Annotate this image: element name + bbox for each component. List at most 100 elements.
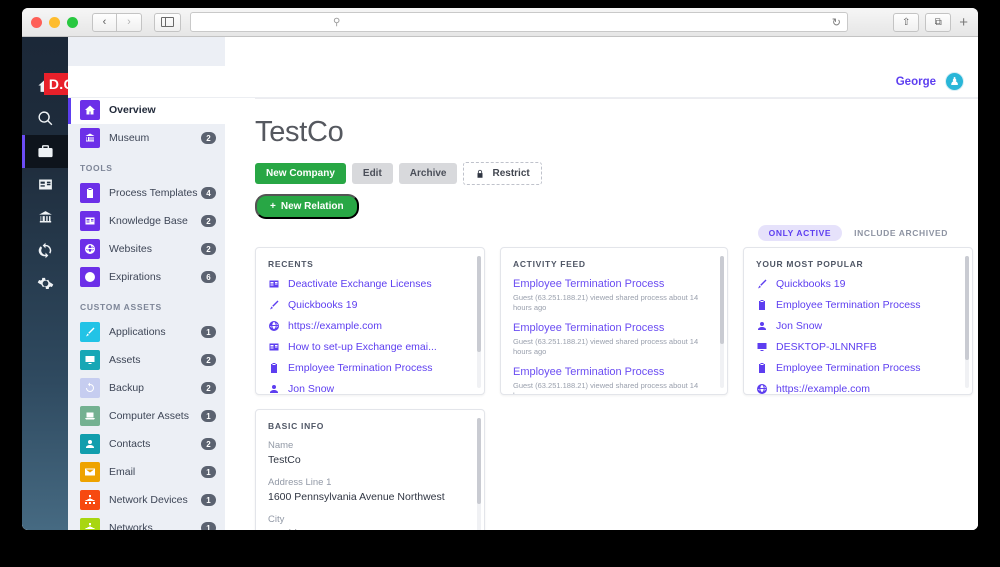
person-icon-wrapper [80, 434, 100, 454]
sidebar-item-label: Websites [109, 243, 152, 255]
navigation-sidebar[interactable]: COREOverviewMuseum2TOOLSProcess Template… [68, 37, 225, 530]
traffic-lights [31, 16, 78, 28]
list-item[interactable]: Deactivate Exchange Licenses [268, 278, 472, 290]
minimize-window-button[interactable] [49, 16, 60, 28]
toggle-only-active[interactable]: ONLY ACTIVE [757, 225, 843, 241]
refresh-icon-wrapper [80, 378, 100, 398]
monitor-icon [85, 356, 95, 364]
list-item[interactable]: https://example.com [756, 383, 960, 395]
sidebar-item-contacts[interactable]: Contacts 2 [68, 430, 225, 458]
recents-card-title: RECENTS [268, 259, 314, 269]
list-item[interactable]: DESKTOP-JLNNRFB [756, 341, 960, 353]
browser-window: ‹ › ⚲ ↻ ⇧ ⧉ + D.CO George ♟ Overview Mus… [22, 8, 978, 530]
search-icon: ⚲ [333, 16, 341, 28]
sidebar-item-label: Network Devices [109, 494, 188, 506]
envelope-icon [85, 468, 95, 476]
sidebar-item-email[interactable]: Email 1 [68, 458, 225, 486]
activity-feed-scrollbar[interactable] [720, 256, 724, 388]
sidebar-item-badge: 1 [201, 410, 216, 422]
share-button[interactable]: ⇧ [893, 12, 920, 32]
basic-info-card: BASIC INFO Name TestCo Address Line 1 1600 … [255, 409, 485, 530]
sidebar-item-network-devices[interactable]: Network Devices 1 [68, 486, 225, 514]
sidebar-item-label: Networks [109, 522, 153, 530]
list-item[interactable]: Employee Termination Process [268, 362, 472, 374]
maximize-window-button[interactable] [67, 16, 78, 28]
back-button[interactable]: ‹ [92, 12, 117, 32]
sidebar-toggle-button[interactable] [154, 12, 181, 32]
sidebar-item-label: Email [109, 466, 136, 478]
bank-icon-wrapper [80, 128, 100, 148]
sidebar-item-expirations[interactable]: Expirations 6 [68, 263, 225, 291]
browser-chrome: ‹ › ⚲ ↻ ⇧ ⧉ + [22, 8, 978, 37]
clipboard-icon [759, 363, 765, 373]
sidebar-item-badge: 2 [201, 215, 216, 227]
activity-feed-item[interactable]: Employee Termination Process Guest (63.25… [513, 278, 715, 313]
sidebar-item-label: Knowledge Base [109, 215, 188, 227]
rail-item-museum[interactable] [22, 201, 68, 234]
list-item-label: https://example.com [776, 383, 870, 395]
list-item[interactable]: https://example.com [268, 320, 472, 332]
book-icon [269, 343, 279, 351]
list-item[interactable]: Employee Termination Process [756, 362, 960, 374]
sidebar-item-museum[interactable]: Museum 2 [68, 124, 225, 152]
activity-feed-item-title[interactable]: Employee Termination Process [513, 366, 715, 380]
list-item-label: Employee Termination Process [288, 362, 433, 374]
sidebar-item-label: Expirations [109, 271, 161, 283]
archive-button[interactable]: Archive [398, 163, 458, 184]
new-tab-button[interactable]: + [957, 14, 970, 31]
sidebar-item-computer-assets[interactable]: Computer Assets 1 [68, 402, 225, 430]
basic-info-scrollbar[interactable] [477, 418, 481, 530]
clock-icon-wrapper [80, 267, 100, 287]
list-item[interactable]: Jon Snow [756, 320, 960, 332]
recents-scrollbar[interactable] [477, 256, 481, 388]
envelope-icon-wrapper [80, 462, 100, 482]
sidebar-item-label: Process Templates [109, 187, 198, 199]
list-item[interactable]: How to set-up Exchange emai... [268, 341, 472, 353]
sidebar-item-badge: 2 [201, 354, 216, 366]
list-item[interactable]: Quickbooks 19 [268, 299, 472, 311]
plus-icon: + [270, 201, 276, 212]
activity-feed-item[interactable]: Employee Termination Process Guest (63.25… [513, 322, 715, 357]
avatar[interactable]: ♟ [945, 72, 964, 91]
sidebar-item-applications[interactable]: Applications 1 [68, 318, 225, 346]
reload-icon[interactable]: ↻ [832, 16, 841, 29]
sidebar-item-backup[interactable]: Backup 2 [68, 374, 225, 402]
monitor-icon-wrapper [80, 350, 100, 370]
activity-feed-item-title[interactable]: Employee Termination Process [513, 322, 715, 336]
most-popular-card: YOUR MOST POPULAR Quickbooks 19 Employee … [743, 247, 973, 395]
rail-item-sync[interactable] [22, 234, 68, 267]
list-item[interactable]: Employee Termination Process [756, 299, 960, 311]
activity-feed-item-meta: Guest (63.251.188.21) viewed shared proc… [513, 292, 699, 312]
new-relation-button[interactable]: + New Relation [255, 194, 359, 219]
sidebar-item-assets[interactable]: Assets 2 [68, 346, 225, 374]
restrict-button[interactable]: Restrict [463, 162, 542, 185]
rail-item-cards[interactable] [22, 168, 68, 201]
forward-button[interactable]: › [117, 12, 142, 32]
activity-feed-item[interactable]: Employee Termination Process Guest (63.25… [513, 366, 715, 394]
rail-item-companies[interactable] [22, 135, 68, 168]
rail-item-search[interactable] [22, 102, 68, 135]
tabs-button[interactable]: ⧉ [925, 12, 952, 32]
user-name[interactable]: George [896, 76, 936, 88]
list-item-label: Jon Snow [776, 320, 823, 332]
sidebar-item-overview[interactable]: Overview [68, 96, 225, 124]
sidebar-item-networks[interactable]: Networks 1 [68, 514, 225, 530]
list-item[interactable]: Quickbooks 19 [756, 278, 960, 290]
monitor-icon [757, 343, 767, 351]
most-popular-scrollbar[interactable] [965, 256, 969, 388]
edit-button[interactable]: Edit [351, 163, 393, 184]
sidebar-item-websites[interactable]: Websites 2 [68, 235, 225, 263]
list-item[interactable]: Jon Snow [268, 383, 472, 394]
cards-row-bottom: BASIC INFO Name TestCo Address Line 1 1600 … [255, 409, 978, 530]
new-company-button[interactable]: New Company [255, 163, 346, 184]
activity-feed-item-title[interactable]: Employee Termination Process [513, 278, 715, 292]
close-window-button[interactable] [31, 16, 42, 28]
sidebar-item-knowledge-base[interactable]: Knowledge Base 2 [68, 207, 225, 235]
address-bar[interactable]: ⚲ ↻ [190, 12, 848, 32]
sidebar-item-process-templates[interactable]: Process Templates 4 [68, 179, 225, 207]
rail-item-settings[interactable] [22, 267, 68, 300]
sidebar-section-title: TOOLS [80, 163, 113, 173]
list-item-label: Employee Termination Process [776, 299, 921, 311]
application: D.CO George ♟ COREOverviewMuseum2TOOLSPr… [22, 37, 978, 530]
toggle-include-archived[interactable]: INCLUDE ARCHIVED [854, 228, 948, 238]
